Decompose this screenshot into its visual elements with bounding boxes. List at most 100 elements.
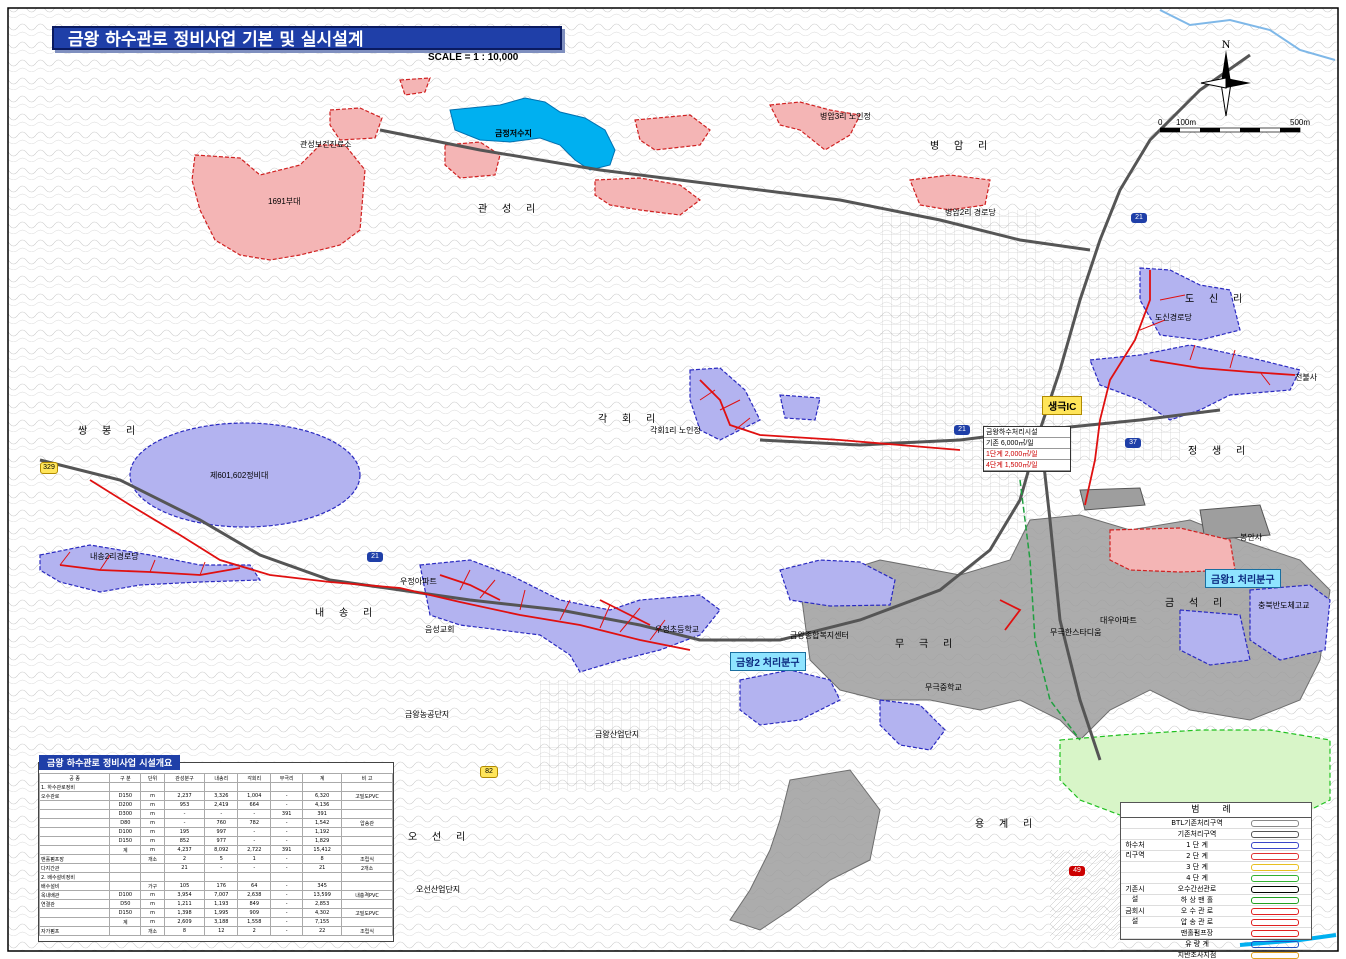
summary-cell: - (270, 899, 304, 909)
summary-cell: 1,542 (302, 818, 343, 828)
summary-cell: 977 (204, 836, 239, 846)
summary-cell (302, 872, 343, 882)
summary-cell: 195 (163, 827, 206, 837)
plant-row: 기존 6,000㎥/일 (984, 438, 1070, 449)
summary-cell: - (237, 827, 272, 837)
summary-cell: 2개소 (341, 863, 393, 873)
summary-cell: 953 (163, 800, 206, 810)
legend-label: 3 단 계 (1186, 863, 1208, 871)
place-label: 오선산업단지 (416, 885, 461, 894)
summary-cell (237, 872, 272, 882)
summary-cell: 782 (237, 818, 272, 828)
road-shield: 21 (954, 425, 970, 435)
legend-label: 하 상 맨 홀 (1180, 896, 1214, 904)
legend-label: 유 량 계 (1185, 940, 1209, 948)
summary-cell: 345 (302, 881, 343, 891)
interchange-tag: 생극IC (1042, 396, 1083, 415)
scalebar-right: 500m (1290, 118, 1311, 127)
summary-row: 연결관 D50 m 1,211 1,193 849-2,853 (38, 899, 393, 909)
legend-label: 2 단 계 (1186, 852, 1208, 860)
summary-header-row: 공 종 구 분 단위 관성분구 내송리 각회리 무극리 계 비 고 (38, 773, 393, 783)
header-cell: 무극리 (270, 773, 304, 783)
summary-cell: 압송관 (341, 818, 393, 828)
summary-cell (341, 899, 393, 909)
summary-cell: 개소 (140, 926, 165, 936)
header-cell: 단위 (140, 773, 165, 783)
summary-cell: - (270, 917, 304, 927)
summary-cell (38, 845, 111, 855)
summary-cell: - (270, 827, 304, 837)
summary-row: D100 m 195 997- -1,192 (38, 827, 393, 837)
place-label: 대우아파트 (1100, 616, 1137, 625)
facility-summary-panel: 금왕 하수관로 정비사업 시설개요 공 종 구 분 단위 관성분구 내송리 각회… (38, 755, 394, 942)
village-label: 금 석 리 (1165, 598, 1229, 609)
legend-label: 지반조사지점 (1177, 951, 1217, 959)
summary-cell: 852 (163, 836, 206, 846)
legend-row: 3 단 계 (1121, 862, 1311, 873)
summary-cell: m (140, 845, 165, 855)
place-label: 금왕종합복지센터 (790, 631, 849, 640)
legend-swatch (1251, 952, 1299, 959)
summary-cell: 2,638 (237, 890, 272, 900)
summary-cell (38, 836, 111, 846)
summary-cell: - (270, 908, 304, 918)
summary-cell: m (140, 800, 165, 810)
header-cell: 비 고 (341, 773, 393, 783)
legend-title: 범 례 (1121, 803, 1311, 818)
summary-cell (341, 827, 393, 837)
summary-cell (341, 872, 393, 882)
summary-cell (341, 782, 393, 792)
scalebar-mid: 100m (1176, 118, 1197, 127)
summary-cell (163, 782, 206, 792)
summary-cell (38, 827, 111, 837)
summary-title: 금왕 하수관로 정비사업 시설개요 (39, 755, 181, 770)
summary-row: 자가펌프 개소 8 12 2-22 조립식 (38, 926, 393, 936)
summary-cell: 8,092 (204, 845, 239, 855)
summary-cell: 15,412 (302, 845, 343, 855)
summary-cell: 1. 하수관로정비 (38, 782, 111, 792)
summary-row: 계 m 4,237 8,092 2,722 391 15,412 (38, 845, 393, 855)
summary-cell (270, 782, 304, 792)
place-label: 금왕농공단지 (405, 710, 450, 719)
summary-cell: 개소 (140, 854, 165, 864)
summary-cell: 내충격PVC (341, 890, 393, 900)
summary-cell: 105 (163, 881, 206, 891)
summary-body: 1. 하수관로정비 오수관로 D150 m 2,237 3,326 1,004-6,320 고… (38, 782, 393, 936)
summary-cell: 연결관 (38, 899, 111, 909)
header-cell: 내송리 (204, 773, 239, 783)
summary-cell: 1,398 (163, 908, 206, 918)
map-sheet: 금왕 하수관로 정비사업 기본 및 실시설계 SCALE = 1 : 10,00… (0, 0, 1346, 959)
summary-cell: 1,211 (163, 899, 206, 909)
summary-cell: 2 (163, 854, 206, 864)
summary-cell: D80 (109, 818, 142, 828)
legend-swatch (1251, 875, 1299, 882)
summary-cell: 849 (237, 899, 272, 909)
summary-cell: m (140, 836, 165, 846)
place-label: 병암3리 노인정 (820, 112, 871, 121)
summary-cell (109, 863, 142, 873)
summary-row: 맨홀펌프장 개소 2 5 1-8 조립식 (38, 854, 393, 864)
summary-cell (38, 800, 111, 810)
summary-cell: m (140, 890, 165, 900)
legend-row: 하수처리구역 1 단 계 (1121, 840, 1311, 859)
summary-cell: D100 (109, 827, 142, 837)
summary-cell: 64 (237, 881, 272, 891)
summary-cell (109, 881, 142, 891)
legend-label: BTL기존처리구역 (1171, 819, 1223, 827)
village-label: 병 암 리 (930, 141, 994, 152)
summary-cell: - (270, 926, 304, 936)
summary-cell (38, 809, 111, 819)
summary-cell: 배수설비 (38, 881, 111, 891)
plant-row: 1단계 2,000㎥/일 (984, 449, 1070, 460)
summary-cell: 21 (163, 863, 206, 873)
summary-cell: 391 (302, 809, 343, 819)
summary-cell: 다지간관 (38, 863, 111, 873)
legend-row: 지반조사지점 (1121, 950, 1311, 959)
legend-label: 기존처리구역 (1177, 830, 1217, 838)
legend-row: 유 량 계 (1121, 939, 1311, 950)
summary-cell: 7,155 (302, 917, 343, 927)
hatch-area (1050, 850, 1120, 940)
summary-cell (38, 818, 111, 828)
summary-cell: - (270, 800, 304, 810)
summary-row: 옥내배관 D100 m 3,954 7,007 2,638-13,599 내충격PVC (38, 890, 393, 900)
